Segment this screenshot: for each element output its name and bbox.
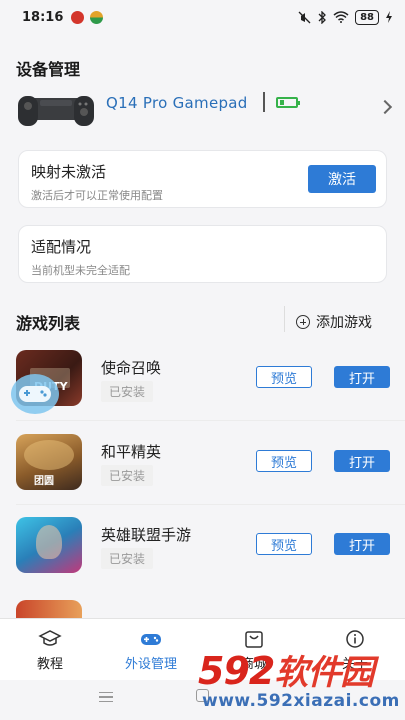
status-icons: 88	[298, 9, 393, 25]
tab-label: 外设管理	[124, 657, 177, 672]
gamepad-image	[18, 96, 94, 126]
tab-device-management[interactable]: 外设管理	[101, 619, 201, 681]
installed-badge: 已安装	[101, 465, 154, 486]
add-circle-icon	[296, 315, 310, 329]
mute-icon	[298, 11, 311, 23]
tab-label: 教程	[36, 657, 63, 672]
watermark-logo-number: 592	[198, 649, 275, 693]
installed-badge: 已安装	[101, 548, 154, 569]
game-row[interactable]: DUTY 使命召唤 已安装 预览 打开	[0, 350, 405, 434]
gamepad-icon	[141, 634, 161, 645]
status-bar: 18:16 88	[0, 0, 405, 34]
preview-button[interactable]: 预览	[256, 533, 312, 555]
open-button[interactable]: 打开	[334, 533, 390, 555]
add-game-label: 添加游戏	[316, 315, 372, 331]
adaptation-title: 适配情况	[31, 238, 92, 256]
row-divider	[16, 504, 405, 505]
game-name: 使命召唤	[101, 359, 162, 377]
header-divider	[284, 306, 285, 332]
activate-button[interactable]: 激活	[308, 165, 376, 193]
tab-tutorial[interactable]: 教程	[0, 619, 100, 681]
lol-game-icon	[16, 517, 82, 573]
watermark-url: www.592xiazai.com	[202, 691, 400, 711]
device-battery-icon	[276, 97, 300, 108]
wifi-icon	[333, 11, 349, 23]
pubg-icon-text: 团圆	[34, 476, 54, 487]
game-name: 英雄联盟手游	[101, 526, 192, 544]
battery-indicator: 88	[355, 9, 379, 25]
preview-button[interactable]: 预览	[256, 366, 312, 388]
bluetooth-icon	[318, 10, 326, 24]
graduation-cap-icon	[38, 630, 62, 646]
device-name[interactable]: Q14 Pro Gamepad	[106, 94, 248, 112]
mapping-status-title: 映射未激活	[31, 163, 107, 181]
mapping-status-card: 映射未激活 激活后才可以正常使用配置 激活	[18, 150, 387, 208]
status-time: 18:16	[22, 9, 64, 25]
device-separator	[263, 92, 265, 112]
device-section-title: 设备管理	[16, 60, 81, 79]
open-button[interactable]: 打开	[334, 366, 390, 388]
menu-icon[interactable]	[99, 692, 113, 702]
floating-gamepad-bubble[interactable]	[10, 373, 60, 415]
app-notification-icon	[71, 10, 85, 24]
game-icon-partial	[16, 600, 82, 618]
game-list-title: 游戏列表	[16, 314, 81, 333]
app-notification-icon-2	[90, 10, 104, 24]
open-button[interactable]: 打开	[334, 450, 390, 472]
pubg-game-icon: 团圆	[16, 434, 82, 490]
watermark-logo: 592软件园	[198, 645, 374, 694]
add-game-button[interactable]: 添加游戏	[296, 312, 372, 332]
charging-icon	[386, 11, 392, 23]
main-content: 设备管理 Q14 Pro Gamepad 映射未激活 激活后才可以正常使用配置 …	[0, 34, 405, 618]
installed-badge: 已安装	[101, 381, 154, 402]
watermark: 592软件园 www.592xiazai.com	[198, 645, 405, 720]
adaptation-subtitle: 当前机型未完全适配	[31, 264, 130, 277]
preview-button[interactable]: 预览	[256, 450, 312, 472]
game-row[interactable]: 团圆 和平精英 已安装 预览 打开	[0, 434, 405, 518]
row-divider	[16, 420, 405, 421]
adaptation-card[interactable]: 适配情况 当前机型未完全适配	[18, 225, 387, 283]
mapping-status-subtitle: 激活后才可以正常使用配置	[31, 189, 163, 202]
game-name: 和平精英	[101, 443, 162, 461]
game-row[interactable]: 英雄联盟手游 已安装 预览 打开	[0, 517, 405, 601]
watermark-logo-text: 软件园	[274, 653, 374, 693]
